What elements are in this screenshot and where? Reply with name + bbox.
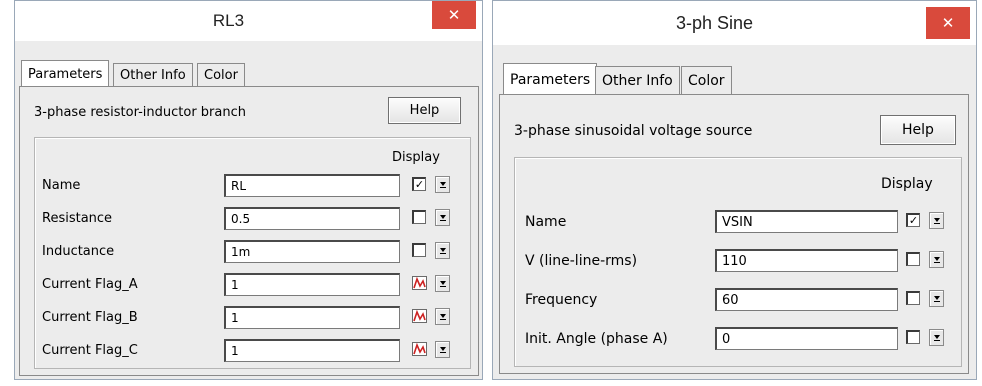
tab-color[interactable]: Color bbox=[681, 66, 732, 95]
current-flag-icon[interactable] bbox=[412, 276, 427, 290]
checkbox-icon[interactable] bbox=[412, 243, 426, 257]
checkbox-icon[interactable] bbox=[412, 210, 426, 224]
dropdown-arrow-icon[interactable] bbox=[929, 212, 944, 229]
dropdown-arrow-icon[interactable] bbox=[929, 329, 944, 346]
3ph-sine-parameters-panel: 3-phase sinusoidal voltage source Help D… bbox=[499, 94, 969, 374]
rl3-window-title: RL3 bbox=[212, 11, 245, 30]
rl3-help-button[interactable]: Help bbox=[388, 97, 461, 124]
parameter-row: Current Flag_C 1 bbox=[35, 339, 470, 363]
parameter-row: Name RL ✓ bbox=[35, 174, 470, 198]
parameter-value-field[interactable]: 1 bbox=[224, 273, 400, 296]
rl3-tab-strip: Parameters Other Info Color bbox=[21, 59, 301, 87]
rl3-close-button[interactable]: ✕ bbox=[432, 1, 476, 29]
parameter-row: Current Flag_B 1 bbox=[35, 306, 470, 330]
3ph-sine-titlebar[interactable]: 3-ph Sine ✕ bbox=[493, 1, 976, 45]
dropdown-arrow-icon[interactable] bbox=[929, 290, 944, 307]
3ph-sine-dialog: 3-ph Sine ✕ Parameters Other Info Color … bbox=[492, 0, 977, 380]
parameter-value-field[interactable]: 1 bbox=[224, 306, 400, 329]
parameter-value-field[interactable]: 110 bbox=[715, 249, 898, 272]
parameter-label: Name bbox=[525, 214, 567, 230]
tab-parameters[interactable]: Parameters bbox=[21, 60, 110, 87]
rl3-parameter-group: Display Name RL ✓ Resistance 0.5 Inductance 1m… bbox=[34, 137, 471, 369]
rl3-titlebar[interactable]: RL3 ✕ bbox=[15, 1, 482, 41]
checkbox-icon[interactable] bbox=[906, 252, 920, 266]
parameter-row: Name VSIN ✓ bbox=[515, 210, 961, 234]
parameter-row: Inductance 1m bbox=[35, 240, 470, 264]
parameter-label: Current Flag_B bbox=[42, 310, 138, 325]
parameter-value-field[interactable]: VSIN bbox=[715, 210, 898, 233]
parameter-value-field[interactable]: RL bbox=[224, 174, 400, 197]
close-icon: ✕ bbox=[941, 14, 955, 32]
dropdown-arrow-icon[interactable] bbox=[435, 275, 450, 292]
parameter-label: V (line-line-rms) bbox=[525, 253, 638, 269]
rl3-parameters-panel: 3-phase resistor-inductor branch Help Di… bbox=[19, 86, 479, 376]
parameter-row: Resistance 0.5 bbox=[35, 207, 470, 231]
tab-color[interactable]: Color bbox=[197, 63, 245, 87]
current-flag-icon[interactable] bbox=[412, 342, 427, 356]
rl3-dialog: RL3 ✕ Parameters Other Info Color 3-phas… bbox=[14, 0, 483, 380]
checkbox-icon[interactable] bbox=[906, 291, 920, 305]
3ph-sine-close-button[interactable]: ✕ bbox=[926, 7, 970, 39]
dropdown-arrow-icon[interactable] bbox=[435, 176, 450, 193]
parameter-label: Name bbox=[42, 178, 81, 193]
parameter-row: Current Flag_A 1 bbox=[35, 273, 470, 297]
parameter-label: Inductance bbox=[42, 244, 115, 259]
tab-parameters[interactable]: Parameters bbox=[503, 63, 598, 95]
dropdown-arrow-icon[interactable] bbox=[435, 209, 450, 226]
parameter-value-field[interactable]: 1m bbox=[224, 240, 400, 263]
checkbox-icon[interactable] bbox=[906, 330, 920, 344]
parameter-label: Frequency bbox=[525, 292, 598, 308]
3ph-sine-window-title: 3-ph Sine bbox=[675, 13, 754, 33]
3ph-sine-tab-strip: Parameters Other Info Color bbox=[503, 63, 783, 95]
current-flag-icon[interactable] bbox=[412, 309, 427, 323]
parameter-value-field[interactable]: 1 bbox=[224, 339, 400, 362]
display-column-header: Display bbox=[392, 150, 440, 165]
parameter-row: Init. Angle (phase A) 0 bbox=[515, 327, 961, 351]
parameter-label: Resistance bbox=[42, 211, 113, 226]
checkbox-icon[interactable]: ✓ bbox=[906, 213, 920, 227]
dropdown-arrow-icon[interactable] bbox=[929, 251, 944, 268]
dropdown-arrow-icon[interactable] bbox=[435, 242, 450, 259]
parameter-row: Frequency 60 bbox=[515, 288, 961, 312]
dropdown-arrow-icon[interactable] bbox=[435, 308, 450, 325]
tab-other-info[interactable]: Other Info bbox=[113, 63, 193, 87]
3ph-sine-description: 3-phase sinusoidal voltage source bbox=[514, 123, 753, 139]
close-icon: ✕ bbox=[447, 6, 461, 24]
display-column-header: Display bbox=[881, 176, 933, 192]
3ph-sine-help-button[interactable]: Help bbox=[880, 115, 956, 145]
tab-other-info[interactable]: Other Info bbox=[595, 66, 680, 95]
3ph-sine-parameter-group: Display Name VSIN ✓ V (line-line-rms) 110 Fre… bbox=[514, 157, 962, 367]
parameter-value-field[interactable]: 0 bbox=[715, 327, 898, 350]
parameter-label: Init. Angle (phase A) bbox=[525, 331, 668, 347]
checkbox-icon[interactable]: ✓ bbox=[412, 177, 426, 191]
dropdown-arrow-icon[interactable] bbox=[435, 341, 450, 358]
parameter-value-field[interactable]: 60 bbox=[715, 288, 898, 311]
parameter-row: V (line-line-rms) 110 bbox=[515, 249, 961, 273]
parameter-value-field[interactable]: 0.5 bbox=[224, 207, 400, 230]
parameter-label: Current Flag_A bbox=[42, 277, 138, 292]
parameter-label: Current Flag_C bbox=[42, 343, 138, 358]
rl3-description: 3-phase resistor-inductor branch bbox=[34, 105, 246, 120]
